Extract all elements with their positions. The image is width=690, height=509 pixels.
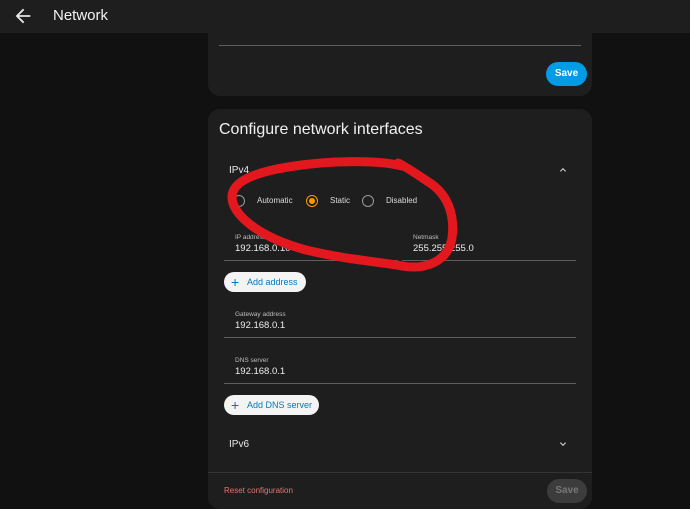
chevron-down-icon[interactable] <box>557 438 569 450</box>
netmask-label: Netmask <box>413 234 439 241</box>
field-underline <box>402 260 576 261</box>
radio-static[interactable] <box>306 195 318 207</box>
field-underline <box>219 45 581 46</box>
configure-interfaces-card <box>208 109 592 509</box>
save-button-disabled: Save <box>547 479 587 503</box>
ip-address-value[interactable]: 192.168.0.104 <box>235 243 296 254</box>
radio-automatic-label: Automatic <box>257 196 293 205</box>
arrow-left-icon[interactable] <box>12 5 34 27</box>
ip-address-label: IP address <box>235 234 266 241</box>
add-address-button[interactable]: + Add address <box>224 272 306 292</box>
card-divider <box>208 472 592 473</box>
plus-icon: + <box>231 397 240 413</box>
netmask-value[interactable]: 255.255.255.0 <box>413 243 474 254</box>
radio-static-label: Static <box>330 196 351 205</box>
gateway-value[interactable]: 192.168.0.1 <box>235 320 285 331</box>
previous-settings-card <box>208 20 592 96</box>
field-underline <box>224 337 576 338</box>
gateway-label: Gateway address <box>235 311 286 318</box>
plus-icon: + <box>231 274 240 290</box>
save-button[interactable]: Save <box>546 62 587 86</box>
radio-automatic[interactable] <box>233 195 245 207</box>
page-title: Network <box>53 7 109 24</box>
section-heading: Configure network interfaces <box>219 121 423 138</box>
chevron-up-icon[interactable] <box>557 164 569 176</box>
ipv6-label[interactable]: IPv6 <box>229 439 249 450</box>
dns-label: DNS server <box>235 357 269 364</box>
add-dns-server-button[interactable]: + Add DNS server <box>224 395 319 415</box>
field-underline <box>224 260 398 261</box>
radio-disabled-label: Disabled <box>386 196 418 205</box>
radio-disabled[interactable] <box>362 195 374 207</box>
field-underline <box>224 383 576 384</box>
ipv4-label[interactable]: IPv4 <box>229 165 249 176</box>
dns-value[interactable]: 192.168.0.1 <box>235 366 285 377</box>
